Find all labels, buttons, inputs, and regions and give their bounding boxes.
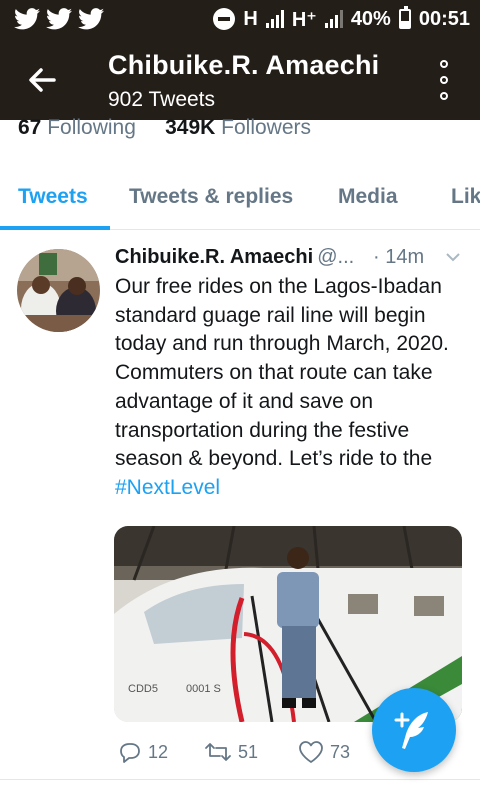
network-type-2: H⁺ bbox=[291, 8, 317, 31]
reply-count: 12 bbox=[148, 741, 169, 762]
heart-icon bbox=[299, 741, 323, 763]
following-link[interactable]: 67 Following bbox=[18, 116, 136, 139]
twitter-bird-icon bbox=[14, 8, 40, 30]
tab-tweets[interactable]: Tweets bbox=[18, 185, 88, 209]
retweet-icon bbox=[205, 743, 231, 761]
followers-label: Followers bbox=[221, 116, 312, 139]
network-type-1: H bbox=[243, 7, 258, 30]
battery-percent: 40% bbox=[350, 7, 391, 30]
tab-media[interactable]: Media bbox=[338, 185, 398, 209]
retweet-count: 51 bbox=[238, 741, 259, 762]
train-label: CDD5 bbox=[128, 683, 158, 695]
do-not-disturb-icon bbox=[213, 8, 236, 30]
tweet-handle[interactable]: @... bbox=[317, 246, 354, 268]
back-button[interactable] bbox=[22, 60, 62, 100]
hashtag-link[interactable]: #NextLevel bbox=[115, 476, 220, 499]
chevron-down-icon[interactable] bbox=[446, 250, 460, 264]
signal-icon bbox=[324, 10, 343, 28]
tweet-header: Chibuike.R. Amaechi @... · 14m bbox=[115, 246, 470, 269]
compose-tweet-button[interactable] bbox=[372, 688, 456, 772]
twitter-bird-icon bbox=[78, 8, 104, 30]
battery-icon bbox=[398, 6, 411, 29]
avatar[interactable] bbox=[17, 249, 100, 332]
tweet-body: Our free rides on the Lagos-Ibadan stand… bbox=[115, 275, 449, 471]
header-title: Chibuike.R. Amaechi bbox=[108, 50, 380, 80]
tab-likes[interactable]: Lik bbox=[451, 185, 480, 209]
profile-header: Chibuike.R. Amaechi 902 Tweets bbox=[0, 38, 480, 120]
active-tab-indicator bbox=[0, 226, 110, 230]
more-options-button[interactable] bbox=[438, 60, 450, 100]
followers-count: 349K bbox=[165, 116, 216, 139]
following-count: 67 bbox=[18, 116, 42, 139]
signal-icon bbox=[265, 10, 284, 28]
profile-tabs: Tweets Tweets & replies Media Lik bbox=[0, 168, 480, 230]
clock: 00:51 bbox=[418, 7, 470, 30]
follow-stats: 67 Following 349K Followers bbox=[18, 116, 311, 140]
train-label-2: 0001 S bbox=[186, 683, 221, 695]
back-arrow-icon bbox=[29, 68, 56, 92]
twitter-bird-icon bbox=[46, 8, 72, 30]
tweet-count: 902 Tweets bbox=[108, 88, 216, 111]
tweet-author[interactable]: Chibuike.R. Amaechi bbox=[115, 246, 313, 268]
reply-icon bbox=[120, 743, 140, 763]
notification-icons bbox=[0, 8, 104, 30]
tweet-text: Our free rides on the Lagos-Ibadan stand… bbox=[115, 273, 460, 503]
reply-button[interactable]: 12 bbox=[118, 740, 168, 764]
tweet-time: · 14m bbox=[373, 246, 425, 268]
status-bar: H H⁺ 40% 00:51 bbox=[0, 0, 480, 38]
followers-link[interactable]: 349K Followers bbox=[165, 116, 311, 139]
like-button[interactable]: 73 bbox=[298, 740, 350, 764]
following-label: Following bbox=[47, 116, 136, 139]
like-count: 73 bbox=[330, 741, 351, 762]
tab-tweets-and-replies[interactable]: Tweets & replies bbox=[129, 185, 293, 209]
retweet-button[interactable]: 51 bbox=[204, 740, 258, 764]
compose-feather-icon bbox=[394, 712, 428, 749]
